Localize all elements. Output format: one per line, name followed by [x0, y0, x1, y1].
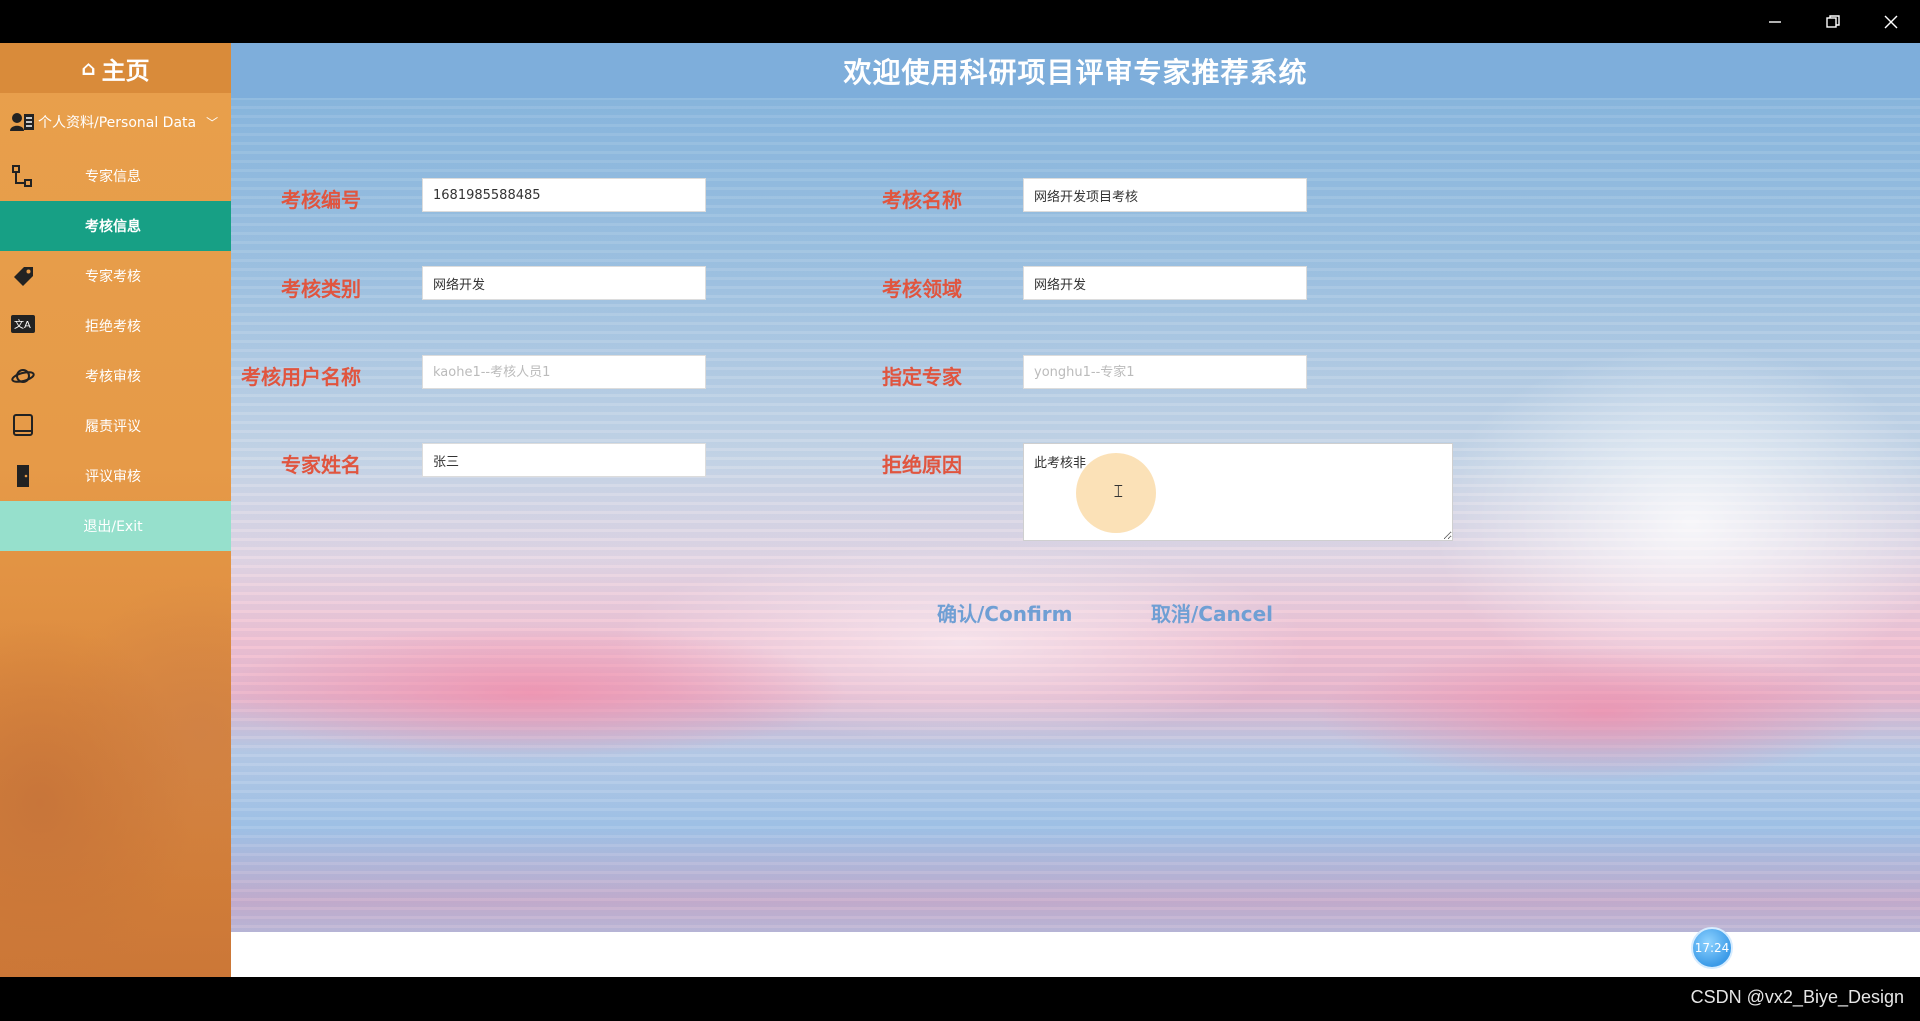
sidebar-item-label: 专家考核 [85, 269, 141, 285]
main-content: 欢迎使用科研项目评审专家推荐系统 考核编号 考核名称 考核类别 考核领域 考核用… [231, 43, 1920, 977]
sidebar-item-label: 专家信息 [85, 169, 141, 185]
background-hill [1181, 603, 1920, 793]
window-titlebar [0, 0, 1920, 43]
exam-name-label: 考核名称 [882, 188, 962, 212]
header-bar: 欢迎使用科研项目评审专家推荐系统 [231, 43, 1920, 98]
footer-strip [231, 932, 1920, 977]
expert-name-field[interactable] [422, 443, 706, 477]
expert-name-label: 专家姓名 [281, 453, 361, 477]
exam-user-field[interactable] [422, 355, 706, 389]
sidebar-personal-label: 个人资料/Personal Data [38, 115, 197, 131]
reject-reason-label: 拒绝原因 [882, 453, 962, 477]
home-icon: ⌂ [81, 56, 96, 80]
exam-field-label: 考核领域 [882, 277, 962, 301]
sidebar-item-expert-exam[interactable]: 专家考核 [0, 251, 231, 301]
close-icon[interactable] [1863, 0, 1919, 43]
id-card-icon [10, 113, 34, 131]
sidebar-item-label: 考核审核 [85, 369, 141, 385]
sidebar-item-label: 拒绝考核 [85, 319, 141, 335]
background-hill [231, 603, 1051, 793]
text-cursor-icon: 𝙸 [1112, 481, 1125, 502]
sidebar-item-expert-info[interactable]: 专家信息 [0, 151, 231, 201]
exam-field-field[interactable] [1023, 266, 1307, 300]
cancel-button[interactable]: 取消/Cancel [1151, 598, 1273, 627]
minimize-icon[interactable] [1747, 0, 1803, 43]
sidebar-item-label: 履责评议 [85, 419, 141, 435]
exam-id-label: 考核编号 [281, 188, 361, 212]
page-title: 欢迎使用科研项目评审专家推荐系统 [843, 55, 1308, 89]
clock-time: 17:24 [1694, 941, 1730, 955]
exam-id-field[interactable] [422, 178, 706, 212]
chevron-down-icon: ﹀ [206, 115, 219, 130]
sidebar: ⌂ 主页 个人资料/Personal Data ﹀ 专家信息 考核信息 专家考核… [0, 43, 231, 977]
assigned-expert-field[interactable] [1023, 355, 1307, 389]
sidebar-personal-data[interactable]: 个人资料/Personal Data ﹀ [0, 100, 231, 144]
sidebar-exit-button[interactable]: 退出/Exit [0, 501, 231, 551]
exam-type-field[interactable] [422, 266, 706, 300]
exam-user-label: 考核用户名称 [241, 365, 361, 389]
exam-name-field[interactable] [1023, 178, 1307, 212]
confirm-button[interactable]: 确认/Confirm [937, 598, 1073, 627]
sidebar-item-reject-exam[interactable]: 文A 拒绝考核 [0, 301, 231, 351]
clock-badge: 17:24 [1691, 927, 1733, 969]
sidebar-item-exam-review[interactable]: 考核审核 [0, 351, 231, 401]
assigned-expert-label: 指定专家 [882, 365, 962, 389]
sidebar-item-duty-evaluation[interactable]: 履责评议 [0, 401, 231, 451]
app-window: ⌂ 主页 个人资料/Personal Data ﹀ 专家信息 考核信息 专家考核… [0, 43, 1920, 977]
sidebar-home-label: 主页 [101, 56, 150, 85]
sidebar-item-label: 考核信息 [85, 219, 141, 235]
exam-type-label: 考核类别 [281, 277, 361, 301]
sidebar-item-exam-info[interactable]: 考核信息 [0, 201, 231, 251]
sidebar-exit-label: 退出/Exit [83, 519, 143, 535]
bottom-bar: CSDN @vx2_Biye_Design [0, 977, 1920, 1021]
sidebar-item-label: 评议审核 [85, 469, 141, 485]
sidebar-item-evaluation-review[interactable]: 评议审核 [0, 451, 231, 501]
watermark-text: CSDN @vx2_Biye_Design [1690, 987, 1904, 1007]
restore-icon[interactable] [1805, 0, 1861, 43]
sidebar-home[interactable]: ⌂ 主页 [0, 43, 231, 93]
